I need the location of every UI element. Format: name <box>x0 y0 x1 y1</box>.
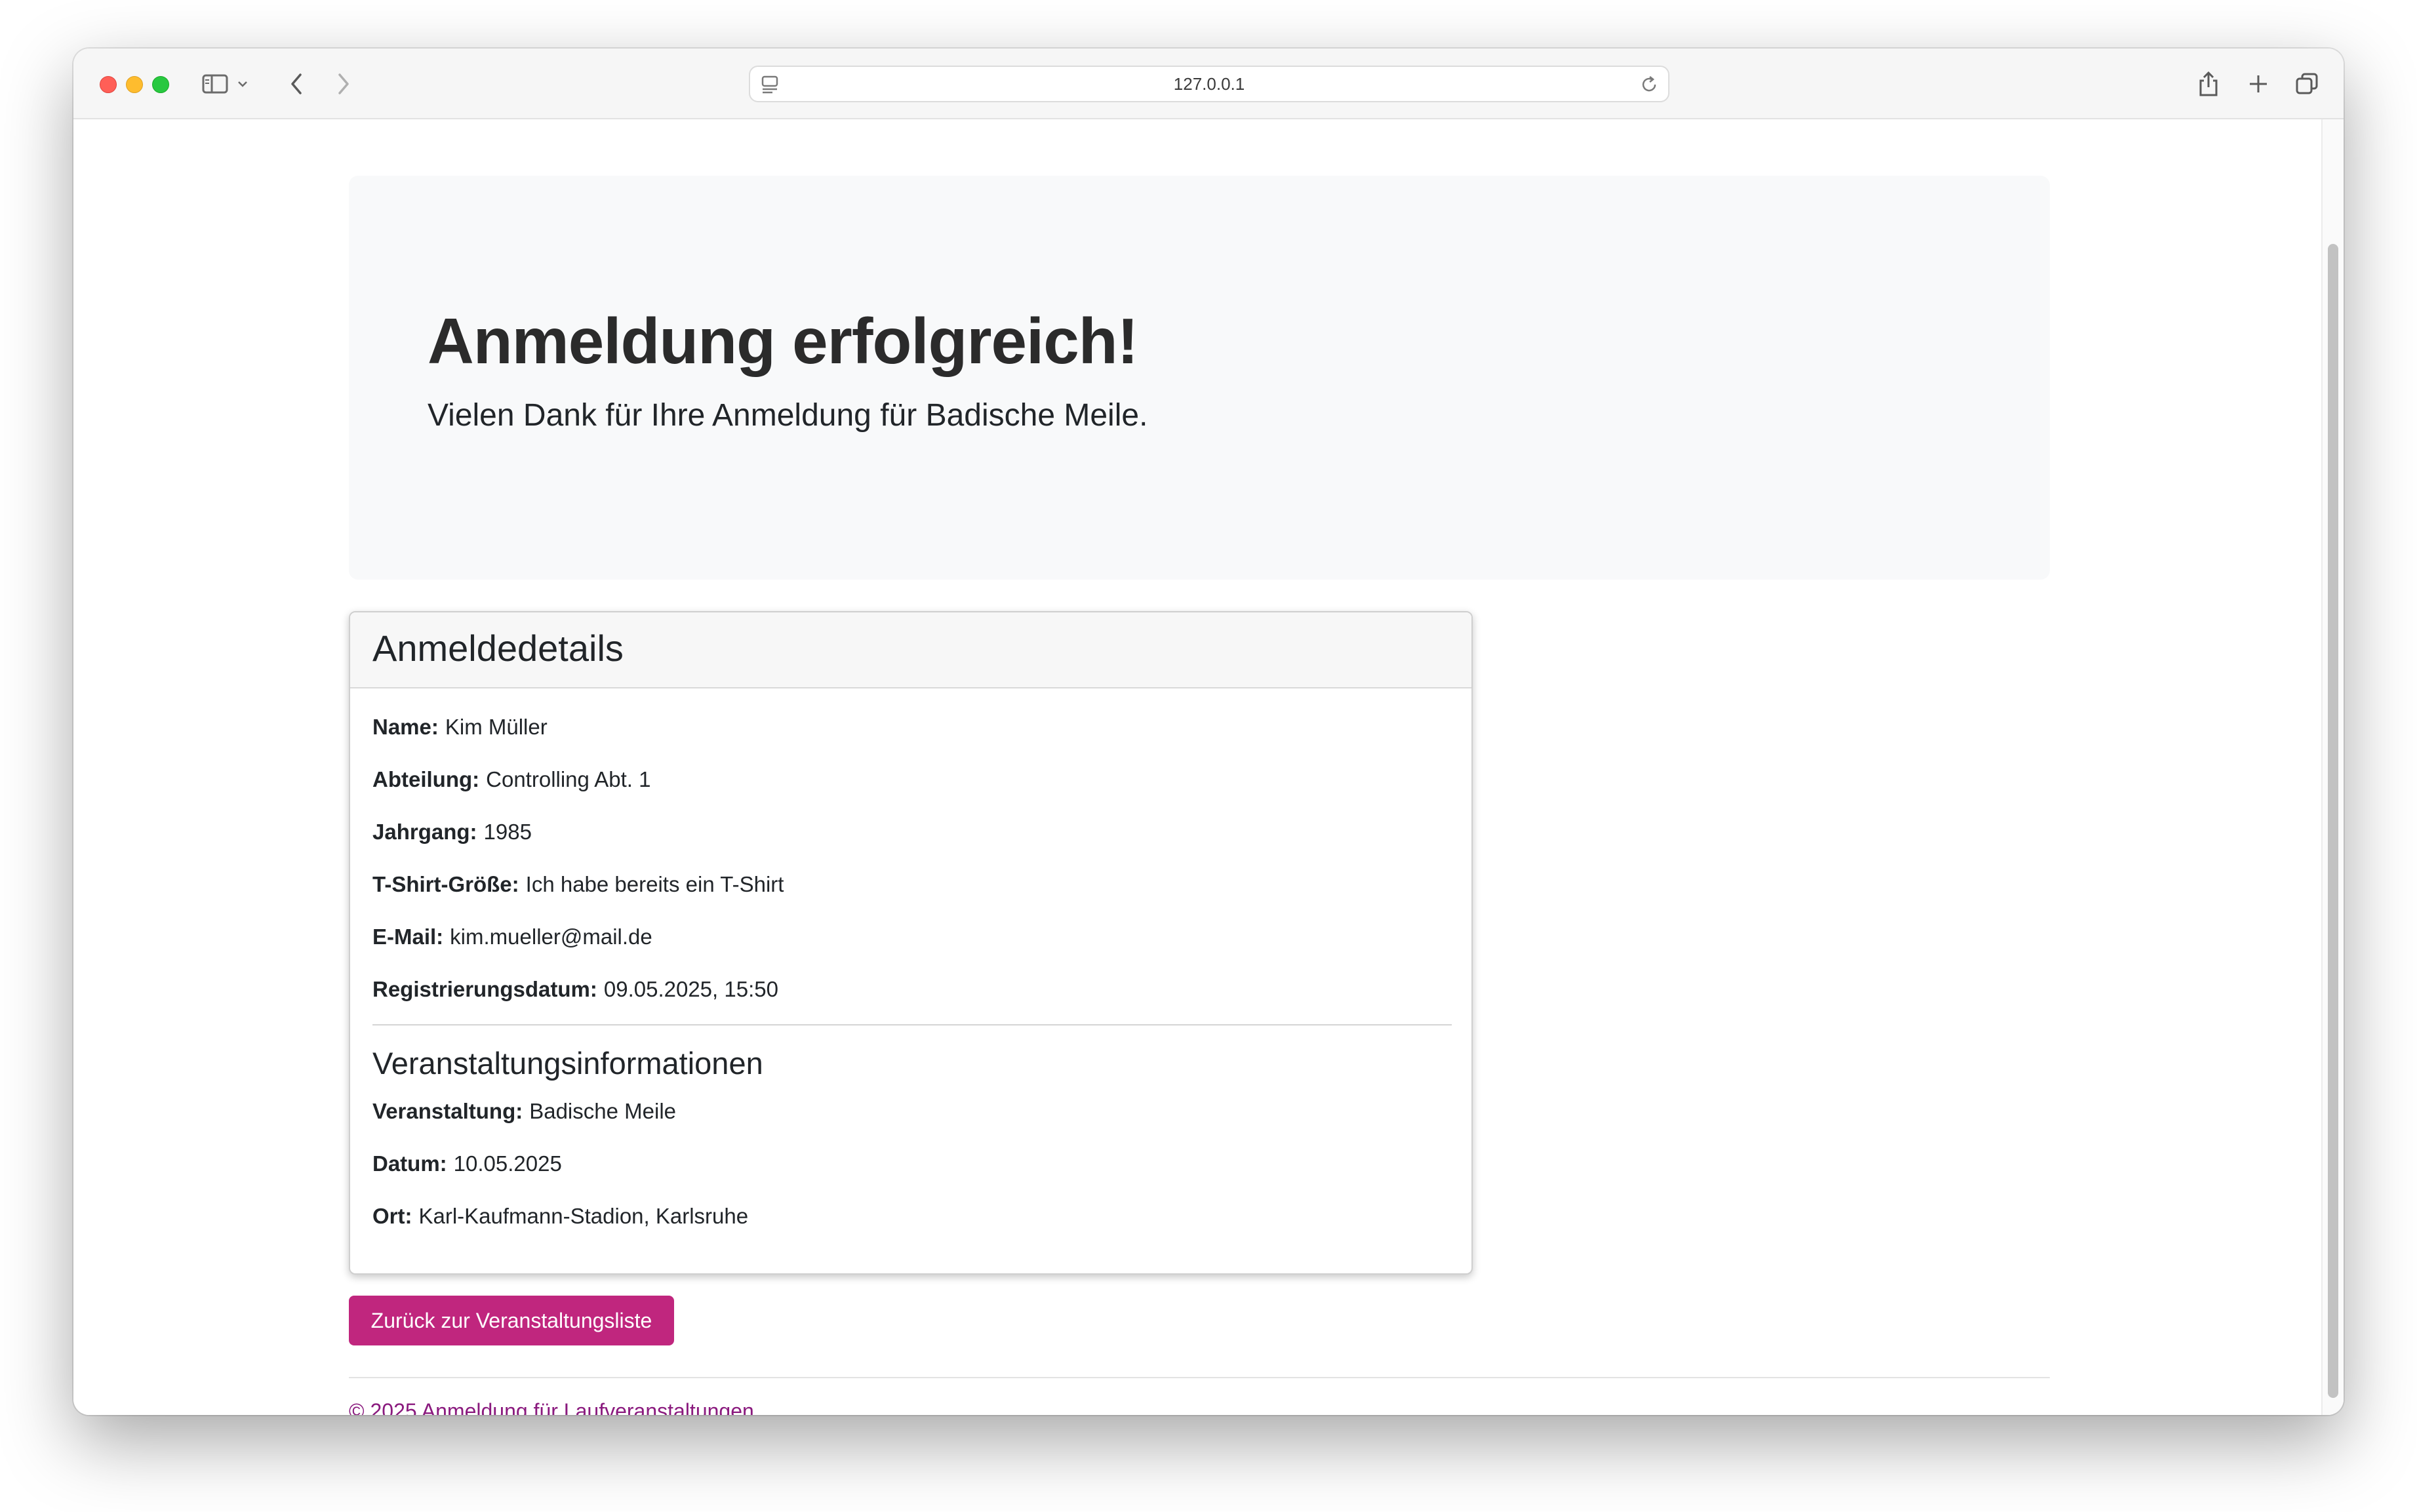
detail-label: Datum: <box>372 1151 447 1176</box>
event-info-heading: Veranstaltungsinformationen <box>372 1046 763 1081</box>
minimize-window-button[interactable] <box>126 76 143 93</box>
detail-value: Badische Meile <box>529 1099 676 1123</box>
success-banner: Anmeldung erfolgreich! Vielen Dank für I… <box>349 176 2050 580</box>
close-window-button[interactable] <box>100 76 117 93</box>
detail-value: 09.05.2025, 15:50 <box>603 977 778 1001</box>
detail-department: Abteilung: Controlling Abt. 1 <box>372 767 650 792</box>
detail-event: Veranstaltung: Badische Meile <box>372 1099 676 1124</box>
detail-label: Ort: <box>372 1204 412 1228</box>
detail-value: Kim Müller <box>445 715 548 739</box>
detail-birth-year: Jahrgang: 1985 <box>372 820 532 845</box>
back-icon[interactable] <box>283 70 310 98</box>
detail-location: Ort: Karl-Kaufmann-Stadion, Karlsruhe <box>372 1204 748 1229</box>
detail-value: 10.05.2025 <box>453 1151 562 1176</box>
share-icon[interactable] <box>2194 70 2223 98</box>
scrollbar-thumb[interactable] <box>2328 244 2338 1398</box>
card-title: Anmeldedetails <box>372 627 624 669</box>
new-tab-icon[interactable] <box>2244 70 2273 98</box>
detail-label: Name: <box>372 715 439 739</box>
detail-tshirt-size: T-Shirt-Größe: Ich habe bereits ein T-Shi… <box>372 872 784 897</box>
detail-event-date: Datum: 10.05.2025 <box>372 1151 562 1176</box>
detail-label: Jahrgang: <box>372 820 477 844</box>
thank-you-message: Vielen Dank für Ihre Anmeldung für Badis… <box>428 398 1148 433</box>
sidebar-icon[interactable] <box>199 70 231 98</box>
detail-label: E-Mail: <box>372 925 444 949</box>
registration-details-card: Anmeldedetails Name: Kim Müller Abteilung… <box>349 611 1473 1275</box>
detail-label: T-Shirt-Größe: <box>372 872 519 896</box>
detail-value: Karl-Kaufmann-Stadion, Karlsruhe <box>418 1204 749 1228</box>
page-title: Anmeldung erfolgreich! <box>428 305 1138 377</box>
back-to-event-list-button[interactable]: Zurück zur Veranstaltungsliste <box>349 1296 674 1345</box>
detail-label: Abteilung: <box>372 767 480 791</box>
scrollbar[interactable] <box>2321 119 2344 1415</box>
footer-copyright: © 2025 Anmeldung für Laufveranstaltungen <box>349 1399 754 1415</box>
chevron-down-icon[interactable] <box>235 70 250 98</box>
reload-icon[interactable] <box>1639 75 1659 98</box>
address-bar[interactable]: 127.0.0.1 <box>749 66 1669 102</box>
detail-email: E-Mail: kim.mueller@mail.de <box>372 925 652 949</box>
detail-value: Ich habe bereits ein T-Shirt <box>525 872 784 896</box>
detail-value: 1985 <box>483 820 532 844</box>
section-divider <box>372 1024 1452 1025</box>
tab-overview-icon[interactable] <box>2292 70 2321 98</box>
zoom-window-button[interactable] <box>152 76 169 93</box>
detail-value: kim.mueller@mail.de <box>450 925 652 949</box>
browser-window: 127.0.0.1 Anmeldung erfolgreich! Vielen … <box>73 49 2344 1415</box>
url-text: 127.0.0.1 <box>1173 73 1245 94</box>
detail-registration-date: Registrierungsdatum: 09.05.2025, 15:50 <box>372 977 778 1002</box>
detail-label: Registrierungsdatum: <box>372 977 597 1001</box>
detail-value: Controlling Abt. 1 <box>486 767 651 791</box>
footer-divider <box>349 1377 2050 1378</box>
page-viewport: Anmeldung erfolgreich! Vielen Dank für I… <box>73 119 2344 1415</box>
browser-toolbar: 127.0.0.1 <box>73 49 2344 119</box>
detail-name: Name: Kim Müller <box>372 715 548 740</box>
card-header: Anmeldedetails <box>350 612 1471 688</box>
detail-label: Veranstaltung: <box>372 1099 523 1123</box>
forward-icon[interactable] <box>330 70 357 98</box>
